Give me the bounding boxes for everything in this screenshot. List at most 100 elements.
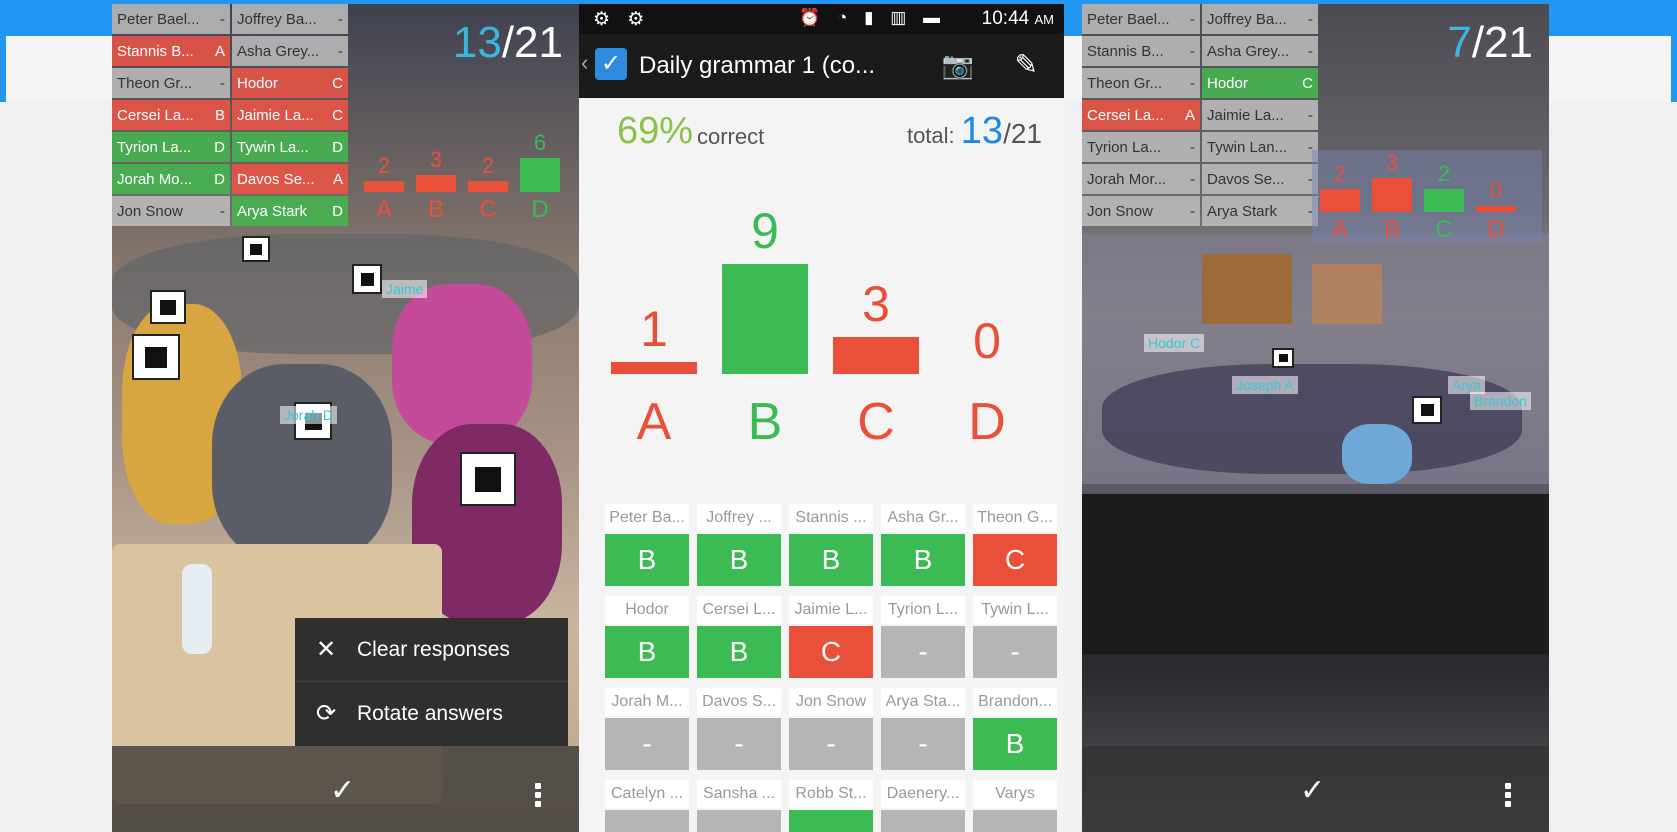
student-name: Jaimie L... <box>789 596 873 624</box>
name-cell: Jon Snow - <box>112 196 230 226</box>
chart-bar-value: 0 <box>973 313 1001 369</box>
student-name: Cersei La... <box>117 106 194 124</box>
clear-responses-item[interactable]: ✕ Clear responses <box>295 618 568 682</box>
student-tile[interactable]: Theon G... C <box>973 504 1057 590</box>
mini-bar-letter: C <box>479 196 497 223</box>
chart-bar <box>722 264 808 374</box>
right-camera-panel: Hodor C Joseph A Brandon Arya Peter Bael… <box>1082 4 1549 832</box>
name-cell: Tywin La... D <box>232 132 348 162</box>
student-name: Davos S... <box>697 688 781 716</box>
student-name: Stannis B... <box>1087 42 1164 60</box>
student-answer: B <box>605 626 689 678</box>
student-tile[interactable]: Asha Gr... B <box>881 504 965 590</box>
student-name: Jorah Mo... <box>117 170 193 188</box>
student-answer: - <box>881 718 965 770</box>
mini-bar-letter: B <box>1383 216 1400 243</box>
student-tile[interactable]: Jorah M... - <box>605 688 689 774</box>
chart-bar-value: 1 <box>640 300 668 357</box>
student-name: Hodor <box>237 74 278 92</box>
student-answer: - <box>338 42 343 60</box>
name-cell: Davos Se... - <box>1202 164 1318 194</box>
answer-card-icon <box>1272 348 1294 368</box>
student-answer: D <box>332 202 343 220</box>
student-name: Joffrey ... <box>697 504 781 532</box>
floating-name-label: Joseph A <box>1232 376 1298 394</box>
bottom-action-bar: ✓ <box>112 746 579 832</box>
student-tile[interactable]: Joffrey ... B <box>697 504 781 590</box>
student-name: Peter Bael... <box>1087 10 1170 28</box>
student-tile[interactable]: Varys <box>973 780 1057 832</box>
name-cell: Davos Se... A <box>232 164 348 194</box>
student-answer: - <box>1190 42 1195 60</box>
student-answer: - <box>1308 42 1313 60</box>
student-tile[interactable]: Catelyn ... <box>605 780 689 832</box>
mini-bar-letter: A <box>1331 216 1348 243</box>
student-tile[interactable]: Daenery... <box>881 780 965 832</box>
student-tile[interactable]: Hodor B <box>605 596 689 682</box>
mini-bar <box>1372 178 1412 212</box>
student-name: Davos Se... <box>237 170 315 188</box>
name-cell: Theon Gr... - <box>112 68 230 98</box>
name-cell: Arya Stark D <box>232 196 348 226</box>
student-tile[interactable]: Tywin L... - <box>973 596 1057 682</box>
student-tile[interactable]: Tyrion L... - <box>881 596 965 682</box>
student-name: Sansha ... <box>697 780 781 808</box>
left-camera-panel: Jaime Jorah D Peter Bael... - Joffrey Ba..… <box>112 4 579 832</box>
name-cell: Joffrey Ba... - <box>232 4 348 34</box>
name-cell: Arya Stark - <box>1202 196 1318 226</box>
student-answer: - <box>338 10 343 28</box>
student-answer: B <box>214 106 225 124</box>
student-answer: - <box>605 718 689 770</box>
response-count: 7/21 <box>1447 18 1533 67</box>
student-answer: D <box>214 170 225 188</box>
floating-name-label: Brandon <box>1470 392 1531 410</box>
student-tile[interactable]: Arya Sta... - <box>881 688 965 774</box>
student-tile[interactable]: Brandon... B <box>973 688 1057 774</box>
student-tile[interactable]: Stannis ... B <box>789 504 873 590</box>
student-tile[interactable]: Cersei L... B <box>697 596 781 682</box>
mini-bar-value: 0 <box>1489 178 1503 203</box>
student-tile[interactable]: Robb St... <box>789 780 873 832</box>
rotate-answers-item[interactable]: ⟳ Rotate answers <box>295 682 568 745</box>
mini-bar-value: 2 <box>1333 161 1347 187</box>
student-tile[interactable]: Peter Ba... B <box>605 504 689 590</box>
context-menu: ✕ Clear responses ⟳ Rotate answers <box>295 618 568 746</box>
name-cell: Hodor C <box>232 68 348 98</box>
student-tile[interactable]: Sansha ... <box>697 780 781 832</box>
student-answer: - <box>973 626 1057 678</box>
percent-correct-label: correct <box>697 124 765 149</box>
camera-icon[interactable]: 📷 <box>942 50 974 81</box>
name-cell: Joffrey Ba... - <box>1202 4 1318 34</box>
student-answer: D <box>214 138 225 156</box>
overflow-menu-icon[interactable] <box>1505 780 1511 810</box>
student-tile[interactable]: Davos S... - <box>697 688 781 774</box>
name-cell: Jorah Mor... - <box>1082 164 1200 194</box>
student-name: Jorah Mor... <box>1087 170 1167 188</box>
chart-category-label: C <box>857 393 895 451</box>
app-check-icon[interactable]: ✓ <box>595 48 627 80</box>
student-tile[interactable]: Jaimie L... C <box>789 596 873 682</box>
back-icon[interactable]: ‹ <box>581 50 588 76</box>
answer-card-icon <box>150 290 186 324</box>
mini-bar <box>416 175 456 192</box>
chart-category-label: B <box>747 393 783 451</box>
student-name: Peter Bael... <box>117 10 200 28</box>
overflow-menu-icon[interactable] <box>535 780 541 810</box>
chart-bar-value: 9 <box>751 203 779 259</box>
edit-pencil-icon[interactable]: ✎ <box>1015 48 1038 81</box>
student-name: Davos Se... <box>1207 170 1285 188</box>
name-cell: Peter Bael... - <box>112 4 230 34</box>
check-icon[interactable]: ✓ <box>330 773 355 808</box>
name-cell: Cersei La... B <box>112 100 230 130</box>
student-tile[interactable]: Jon Snow - <box>789 688 873 774</box>
response-count: 13/21 <box>452 18 563 67</box>
page-title: Daily grammar 1 (co... <box>639 52 876 79</box>
student-name: Tywin La... <box>237 138 309 156</box>
name-cell: Theon Gr... - <box>1082 68 1200 98</box>
student-answer: C <box>332 74 343 92</box>
menu-item-label: Rotate answers <box>357 701 503 725</box>
student-answer: B <box>789 534 873 586</box>
student-name-grid: Peter Bael... - Joffrey Ba... - Stannis B...… <box>112 4 348 226</box>
check-icon[interactable]: ✓ <box>1300 773 1325 808</box>
name-cell: Stannis B... - <box>1082 36 1200 66</box>
